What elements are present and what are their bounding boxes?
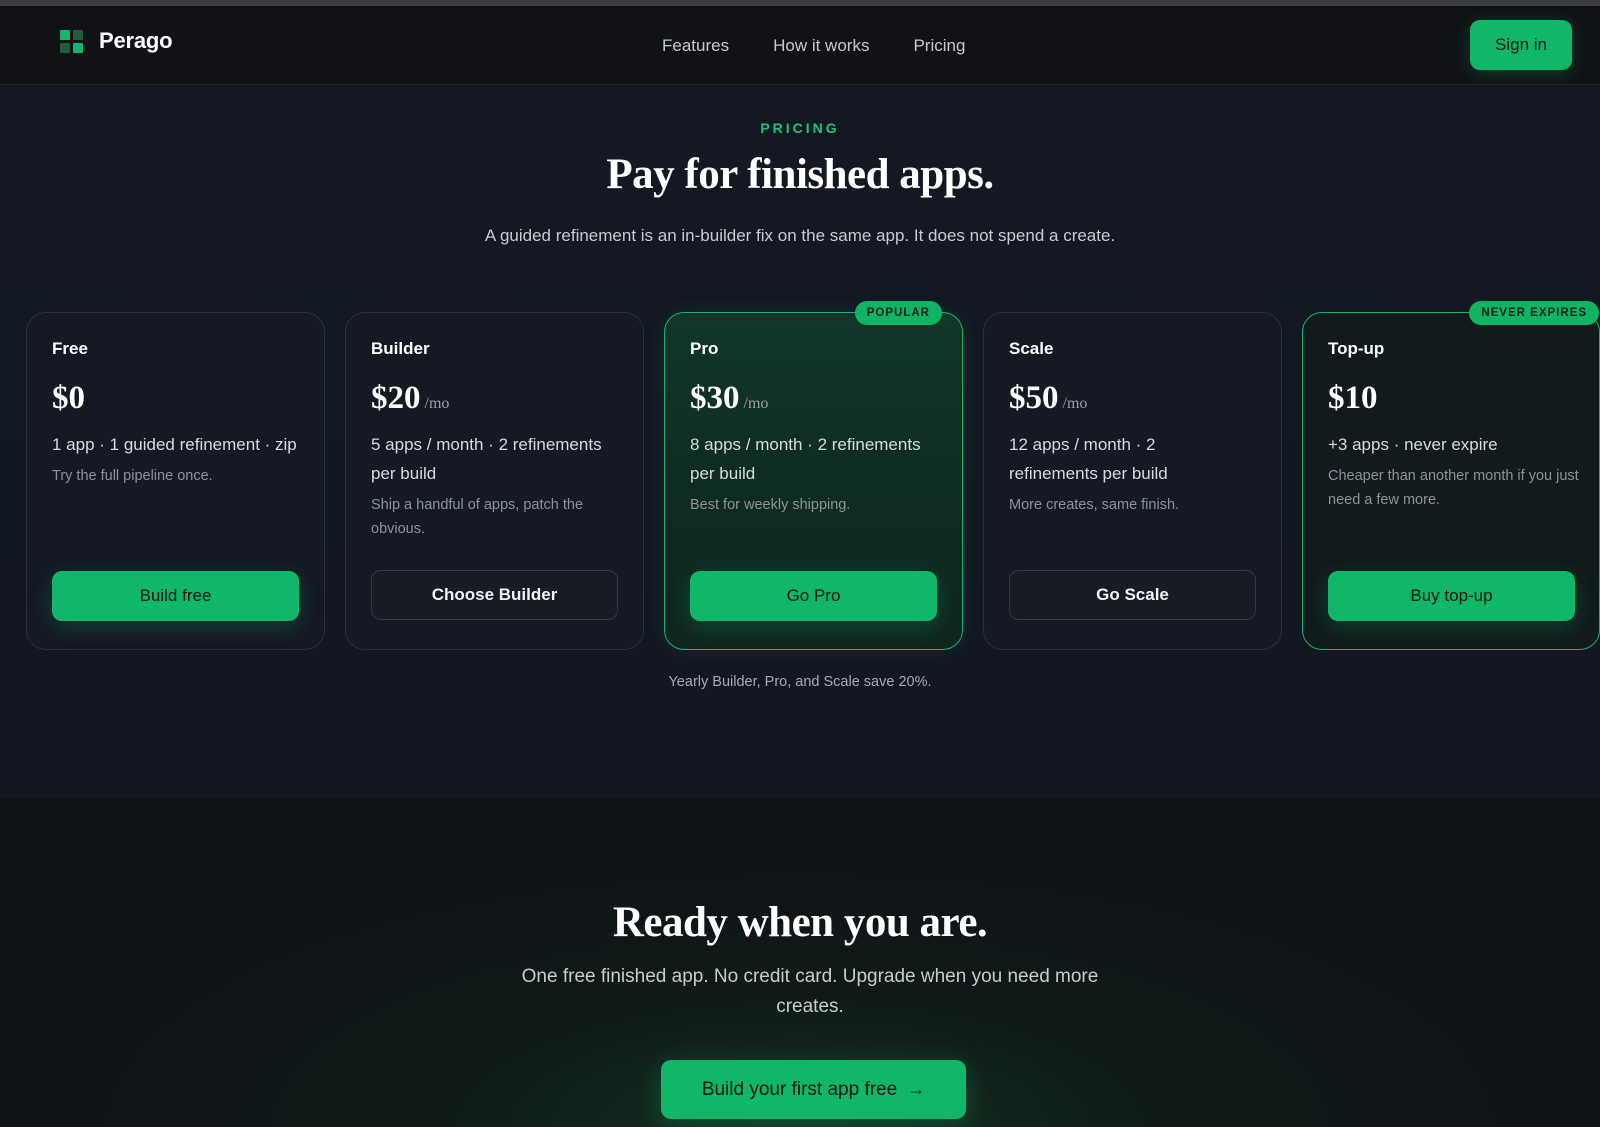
plan-features: 5 apps / month · 2 refinements per build bbox=[371, 435, 602, 483]
plan-note: More creates, same finish. bbox=[1009, 497, 1180, 513]
plan-features: +3 apps · never expire bbox=[1328, 435, 1498, 454]
sign-in-button[interactable]: Sign in bbox=[1470, 20, 1572, 70]
build-first-app-label: Build your first app free bbox=[701, 1078, 898, 1100]
plan-price: $20/mo bbox=[371, 380, 450, 416]
page-title: Pay for finished apps. bbox=[606, 151, 994, 198]
arrow-right-icon: → bbox=[907, 1078, 926, 1099]
brand[interactable]: Perago bbox=[60, 28, 173, 54]
build-first-app-button[interactable]: Build your first app free → bbox=[661, 1060, 966, 1119]
go-scale-button[interactable]: Go Scale bbox=[1009, 570, 1256, 620]
plan-note: Cheaper than another month if you just n… bbox=[1328, 468, 1579, 508]
cta-title: Ready when you are. bbox=[612, 899, 988, 946]
plan-features: 8 apps / month · 2 refinements per build bbox=[690, 435, 921, 483]
nav-how-it-works[interactable]: How it works bbox=[773, 36, 869, 56]
plan-note: Ship a handful of apps, patch the obviou… bbox=[371, 497, 584, 537]
plan-period: /mo bbox=[743, 395, 769, 412]
plan-price: $30/mo bbox=[690, 380, 769, 416]
plan-card-pro: POPULAR Pro $30/mo 8 apps / month · 2 re… bbox=[664, 301, 963, 650]
plan-name: Free bbox=[52, 339, 88, 358]
section-eyebrow: PRICING bbox=[760, 120, 840, 136]
nav-features[interactable]: Features bbox=[662, 36, 729, 56]
plan-name: Top-up bbox=[1328, 339, 1385, 358]
nav-pricing[interactable]: Pricing bbox=[913, 36, 965, 56]
cta-section: Ready when you are. One free finished ap… bbox=[0, 798, 1600, 1127]
plan-period: /mo bbox=[424, 395, 450, 412]
go-pro-button[interactable]: Go Pro bbox=[690, 571, 937, 621]
plan-price: $10 bbox=[1328, 380, 1378, 416]
pricing-subtitle: A guided refinement is an in-builder fix… bbox=[484, 226, 1116, 245]
brand-name: Perago bbox=[99, 28, 173, 53]
plan-card-scale: Scale $50/mo 12 apps / month · 2 refinem… bbox=[983, 312, 1282, 650]
main-nav: Features How it works Pricing bbox=[662, 36, 1009, 56]
plan-price: $0 bbox=[52, 380, 85, 416]
plan-card-topup: NEVER EXPIRES Top-up $10 +3 apps · never… bbox=[1302, 301, 1600, 650]
never-expires-badge: NEVER EXPIRES bbox=[1469, 301, 1599, 325]
logo-grid-icon bbox=[60, 29, 83, 53]
pricing-section: PRICING Pay for finished apps. A guided … bbox=[0, 86, 1600, 798]
cta-subtitle: One free finished app. No credit card. U… bbox=[521, 966, 1099, 1017]
yearly-savings-note: Yearly Builder, Pro, and Scale save 20%. bbox=[668, 674, 932, 690]
buy-topup-button[interactable]: Buy top-up bbox=[1328, 571, 1575, 621]
plan-name: Builder bbox=[371, 339, 430, 358]
plan-period: /mo bbox=[1062, 395, 1088, 412]
top-navbar: Perago Features How it works Pricing Sig… bbox=[0, 6, 1600, 85]
choose-builder-button[interactable]: Choose Builder bbox=[371, 570, 618, 620]
plan-note: Try the full pipeline once. bbox=[52, 468, 213, 484]
plan-features: 12 apps / month · 2 refinements per buil… bbox=[1009, 435, 1168, 483]
plan-features: 1 app · 1 guided refinement · zip bbox=[52, 435, 297, 454]
plan-card-builder: Builder $20/mo 5 apps / month · 2 refine… bbox=[345, 312, 644, 650]
plan-name: Pro bbox=[690, 339, 719, 358]
build-free-button[interactable]: Build free bbox=[52, 571, 299, 621]
popular-badge: POPULAR bbox=[854, 301, 942, 325]
plan-price: $50/mo bbox=[1009, 380, 1088, 416]
plan-card-free: Free $0 1 app · 1 guided refinement · zi… bbox=[26, 312, 325, 650]
plan-note: Best for weekly shipping. bbox=[690, 497, 851, 513]
plan-name: Scale bbox=[1009, 339, 1054, 358]
